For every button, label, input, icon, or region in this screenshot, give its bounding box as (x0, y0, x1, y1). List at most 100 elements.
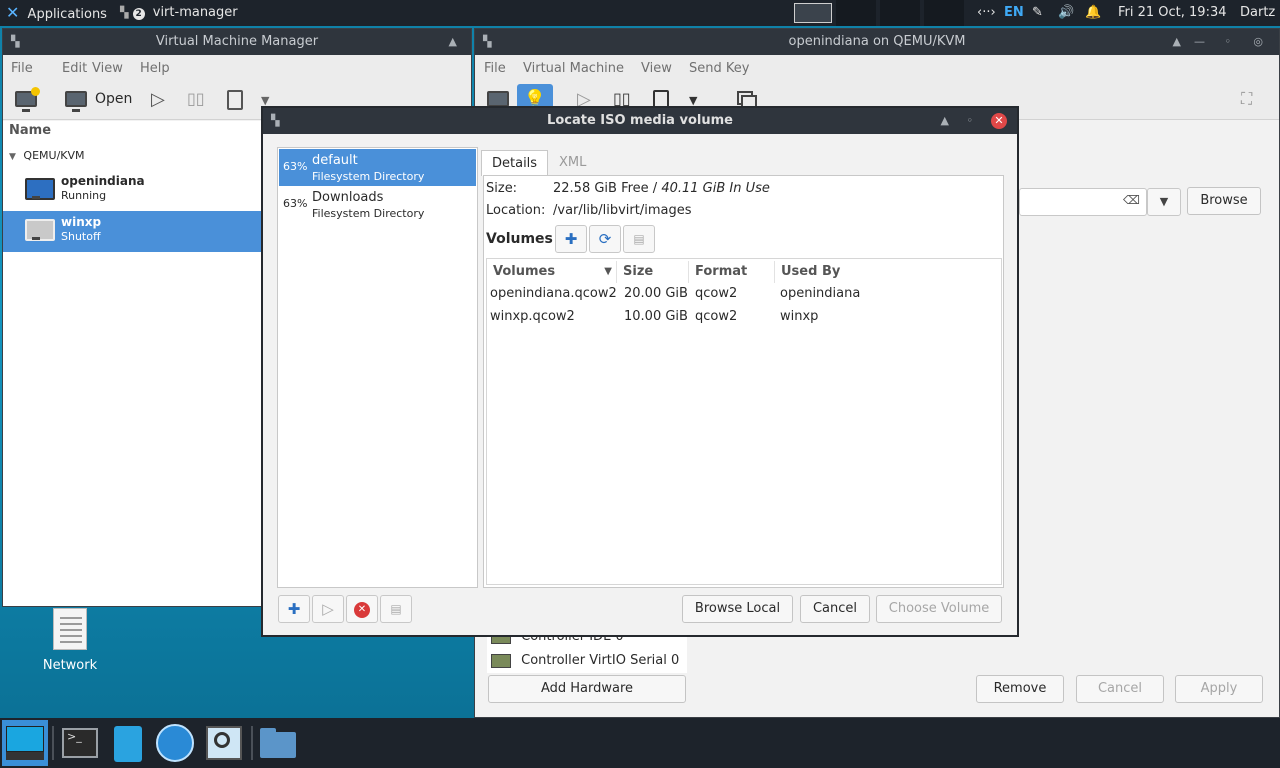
pool-item-default[interactable]: 63% default Filesystem Directory (279, 149, 476, 186)
table-row[interactable]: openindiana.qcow2 20.00 GiB qcow2 openin… (487, 283, 1001, 306)
show-desktop-icon[interactable] (2, 720, 48, 766)
shutdown-icon[interactable] (225, 89, 245, 113)
brightness-icon[interactable]: ✎ (1032, 0, 1043, 26)
menu-view[interactable]: View (92, 55, 123, 82)
workspace-4[interactable] (924, 0, 964, 26)
dialog-title: Locate ISO media volume (547, 113, 733, 128)
notifications-icon[interactable]: 🔔 (1085, 0, 1101, 26)
applications-menu[interactable]: ✕ Applications (6, 0, 107, 26)
window-menu-icon[interactable]: ▚ (11, 29, 19, 55)
minimize-icon[interactable]: — (1194, 29, 1205, 55)
workspace-1[interactable] (792, 0, 834, 26)
table-row[interactable]: winxp.qcow2 10.00 GiB qcow2 winxp (487, 306, 1001, 329)
volume-used-by: openindiana (780, 286, 861, 301)
file-manager-icon[interactable] (108, 722, 148, 764)
apply-button[interactable]: Apply (1175, 675, 1263, 703)
web-browser-icon[interactable] (154, 722, 194, 764)
vm-window-title: openindiana on QEMU/KVM (788, 34, 966, 49)
shade-icon[interactable]: ▲ (1173, 29, 1181, 55)
close-icon[interactable]: ✕ (991, 113, 1007, 129)
menu-file[interactable]: File (484, 55, 506, 82)
menu-help[interactable]: Help (140, 55, 170, 82)
window-menu-icon[interactable]: ▚ (271, 108, 279, 134)
browse-local-button[interactable]: Browse Local (682, 595, 793, 623)
add-hardware-button[interactable]: Add Hardware (488, 675, 686, 703)
vmm-titlebar[interactable]: ▚ Virtual Machine Manager ▲ (3, 29, 471, 55)
keyboard-layout[interactable]: EN (1004, 0, 1024, 26)
iso-history-dropdown-icon[interactable]: ▼ (1147, 188, 1181, 216)
col-format[interactable]: Format (695, 261, 775, 283)
volumes-table: Volumes ▼ Size Format Used By openindian… (486, 258, 1002, 585)
terminal-icon[interactable]: >_ (60, 722, 100, 764)
maximize-icon[interactable]: ◦ (1225, 29, 1232, 55)
pool-name: Downloads (312, 190, 384, 205)
top-panel: ✕ Applications ▚ 2 virt-manager ‹··› EN … (0, 0, 1280, 26)
window-menu-icon[interactable]: ▚ (483, 29, 491, 55)
name-column-header[interactable]: Name (9, 123, 51, 138)
open-label: Open (95, 91, 133, 107)
tab-xml[interactable]: XML (549, 150, 596, 176)
workspace-3[interactable] (880, 0, 920, 26)
fullscreen-icon[interactable]: ⛶ (1241, 89, 1263, 113)
size-value: 22.58 GiB Free / 40.11 GiB In Use (553, 181, 770, 196)
add-pool-icon[interactable]: ✚ (278, 595, 310, 623)
vmm-menubar: File Edit View Help (3, 55, 471, 82)
volume-name: winxp.qcow2 (490, 309, 575, 324)
maximize-icon[interactable]: ◦ (967, 108, 974, 134)
expander-icon[interactable]: ▼ (9, 152, 16, 162)
connection-group[interactable]: ▼ QEMU/KVM (9, 149, 85, 162)
pool-usage: 63% (283, 197, 308, 210)
pause-icon[interactable]: ▯▯ (187, 89, 209, 113)
menu-send-key[interactable]: Send Key (689, 55, 749, 82)
network-indicator-icon[interactable]: ‹··› (977, 0, 996, 26)
col-volumes[interactable]: Volumes ▼ (491, 261, 617, 283)
clear-text-icon[interactable]: ⌫ (1123, 193, 1140, 207)
user-menu[interactable]: Dartz (1240, 0, 1275, 26)
applications-label: Applications (27, 7, 107, 22)
refresh-icon[interactable]: ⟳ (589, 225, 621, 253)
storage-pool-list: 63% default Filesystem Directory 63% Dow… (277, 147, 478, 588)
stop-pool-icon[interactable]: ✕ (346, 595, 378, 623)
monitor-icon (65, 91, 87, 112)
sort-descending-icon: ▼ (604, 266, 612, 277)
vm-name: winxp (61, 215, 102, 229)
window-button-virt-manager[interactable]: ▚ 2 virt-manager (120, 0, 238, 26)
folder-icon[interactable] (258, 722, 298, 764)
volume-icon[interactable]: 🔊 (1058, 0, 1074, 26)
remove-button[interactable]: Remove (976, 675, 1064, 703)
app-finder-icon[interactable] (204, 722, 244, 764)
menu-edit[interactable]: Edit (62, 55, 87, 82)
browse-button[interactable]: Browse (1187, 187, 1261, 215)
close-icon[interactable]: ◎ (1253, 29, 1263, 55)
pool-item-downloads[interactable]: 63% Downloads Filesystem Directory (279, 186, 476, 223)
delete-pool-icon[interactable]: ▤ (380, 595, 412, 623)
iso-path-field[interactable]: ⌫ (1019, 188, 1147, 216)
cancel-button[interactable]: Cancel (1076, 675, 1164, 703)
menu-view[interactable]: View (641, 55, 672, 82)
vm-titlebar[interactable]: ▚ openindiana on QEMU/KVM ▲ — ◦ ◎ (475, 29, 1279, 55)
cancel-button[interactable]: Cancel (800, 595, 870, 623)
pool-type: Filesystem Directory (312, 170, 425, 183)
col-used-by[interactable]: Used By (781, 261, 931, 283)
hw-item-controller-virtio-serial[interactable]: Controller VirtIO Serial 0 (491, 653, 679, 673)
menu-file[interactable]: File (11, 55, 33, 82)
col-size[interactable]: Size (623, 261, 689, 283)
choose-volume-button[interactable]: Choose Volume (876, 595, 1002, 623)
delete-volume-icon[interactable]: ▤ (623, 225, 655, 253)
start-pool-icon[interactable]: ▷ (312, 595, 344, 623)
volume-name: openindiana.qcow2 (490, 286, 617, 301)
menu-virtual-machine[interactable]: Virtual Machine (523, 55, 624, 82)
desktop-icon-network[interactable]: Network (34, 606, 106, 676)
run-icon[interactable]: ▷ (151, 89, 173, 113)
clock[interactable]: Fri 21 Oct, 19:34 (1118, 0, 1227, 26)
workspace-2[interactable] (836, 0, 876, 26)
tab-details[interactable]: Details (481, 150, 549, 176)
col-volumes-label: Volumes (493, 264, 556, 279)
shade-icon[interactable]: ▲ (941, 108, 949, 134)
add-volume-icon[interactable]: ✚ (555, 225, 587, 253)
shade-icon[interactable]: ▲ (449, 29, 457, 55)
document-icon (53, 608, 87, 650)
new-vm-button[interactable] (13, 87, 41, 113)
dialog-titlebar[interactable]: ▚ Locate ISO media volume ▲ ◦ ✕ (263, 108, 1017, 134)
open-button[interactable]: Open (63, 89, 133, 113)
